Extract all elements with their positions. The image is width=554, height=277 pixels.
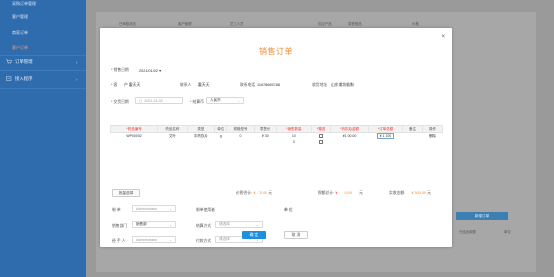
table-row: 0 bbox=[111, 139, 443, 145]
background-tab[interactable]: 已审核状态 bbox=[119, 21, 136, 26]
sales-order-dialog: × 销售订单 * 销售日期 2021/01/02 ▾ * 客 户 霍天天 联系人… bbox=[100, 28, 452, 247]
customer-label: * 客 bbox=[111, 83, 118, 87]
gift-checkbox[interactable] bbox=[319, 134, 324, 139]
background-text: 已结全款额 bbox=[459, 230, 476, 234]
total-label: 价税合计: bbox=[236, 191, 253, 195]
maker-label: 制 单 bbox=[112, 208, 121, 212]
delivery-date-input[interactable]: ▢ 2021-01-02 bbox=[135, 97, 183, 104]
total-input[interactable]: ¥ 1 100 bbox=[376, 133, 395, 139]
sign-label: 制单使用者 bbox=[196, 208, 215, 212]
cancel-button[interactable]: 取 消 bbox=[284, 231, 308, 239]
address-label: 收货地址 bbox=[312, 83, 328, 87]
column-header: 操作 bbox=[422, 125, 443, 133]
column-header: 类型 bbox=[186, 125, 216, 133]
sidebar-item-orders[interactable]: 订单管理 › bbox=[6, 59, 77, 65]
plugin-icon bbox=[6, 76, 12, 82]
cart-icon bbox=[6, 59, 12, 65]
sidebar-subitem[interactable]: 客户管理 bbox=[12, 14, 28, 20]
dept-select[interactable]: 销售部 ⌄ bbox=[132, 221, 176, 228]
maker-select[interactable]: Administrator ⌄ bbox=[132, 205, 176, 212]
background-tab[interactable]: 客户管理 bbox=[178, 21, 192, 26]
approver-label: 经 手 人 bbox=[112, 239, 126, 243]
chevron-right-icon: › bbox=[76, 76, 78, 82]
paid-summary: 实收金额: ¥ 300.00 元 bbox=[389, 191, 431, 196]
sidebar: 采购订单管理 客户管理 商家订单 客户订单 订单管理 › 接入程序 › bbox=[0, 0, 86, 277]
method-label: 付款方式 bbox=[196, 239, 212, 243]
sidebar-item-plugins[interactable]: 接入程序 › bbox=[6, 76, 77, 82]
background-tab[interactable]: 价格 bbox=[412, 21, 419, 26]
column-header: *订单总额 bbox=[367, 125, 404, 133]
chevron-down-icon: ▾ bbox=[159, 69, 161, 73]
total-summary: 价税合计: ¥..."0.00 元 bbox=[236, 191, 272, 196]
sale-date-label: * 销售日期 bbox=[111, 68, 129, 72]
gift-checkbox[interactable] bbox=[319, 140, 324, 145]
sidebar-divider bbox=[0, 55, 86, 56]
currency-select[interactable]: 人民币 ⌄ bbox=[206, 97, 244, 104]
background-tab[interactable]: 供应产品 bbox=[318, 21, 332, 26]
phone-value[interactable]: 11678665788 bbox=[257, 83, 280, 87]
column-header: *赠送 bbox=[310, 125, 332, 133]
background-tab[interactable]: 零售物品 bbox=[348, 21, 362, 26]
currency-label: * 结算币 bbox=[190, 100, 204, 104]
close-icon[interactable]: × bbox=[441, 34, 445, 40]
column-header: *药品编号 bbox=[109, 125, 159, 133]
tax-summary: 税额总计: ¥ 0.00 元 bbox=[318, 191, 363, 196]
confirm-button[interactable]: 确 定 bbox=[242, 231, 266, 239]
delivery-date-label: * 交货日期 bbox=[111, 100, 129, 104]
order-items-table: *药品编号 药品名称 类型 单位 规格型号 零售价 *销售数量 *赠送 *折扣后… bbox=[109, 125, 443, 145]
sidebar-item-label: 接入程序 bbox=[15, 76, 33, 81]
column-header: 备注 bbox=[402, 125, 424, 133]
background-tab[interactable]: 员工人员 bbox=[230, 21, 244, 26]
chevron-down-icon: ⌄ bbox=[169, 206, 172, 211]
sidebar-subitem[interactable]: 采购订单管理 bbox=[12, 1, 36, 7]
total-value: ¥..."0.00 bbox=[253, 191, 268, 195]
column-header: 零售价 bbox=[253, 125, 277, 133]
column-header: *折扣后金额 bbox=[330, 125, 369, 133]
sidebar-divider bbox=[0, 88, 86, 89]
paid-unit: 元 bbox=[427, 191, 431, 195]
tax-label: 税额总计: bbox=[318, 191, 335, 195]
dept-label: 销售部门 bbox=[112, 224, 128, 228]
calendar-icon: ▢ bbox=[139, 98, 143, 103]
ship-select[interactable]: 请选择 ⌄ bbox=[215, 221, 263, 228]
tax-value: 0.00 bbox=[344, 191, 352, 195]
column-header: 规格型号 bbox=[226, 125, 255, 133]
customer-value[interactable]: 户 霍天天 bbox=[124, 83, 140, 88]
total-unit: 元 bbox=[268, 191, 273, 195]
phone-label: 联系电话 bbox=[240, 83, 256, 87]
chevron-down-icon: ⌄ bbox=[256, 222, 259, 227]
sign-value: 单 位 bbox=[284, 208, 293, 212]
chevron-down-icon: ⌄ bbox=[237, 98, 240, 103]
chevron-down-icon: ⌄ bbox=[169, 237, 172, 242]
sidebar-divider bbox=[0, 70, 86, 71]
column-header: *销售数量 bbox=[275, 125, 312, 133]
ship-label: 结算方式 bbox=[196, 224, 212, 228]
cell-qty2[interactable]: 0 bbox=[276, 139, 311, 145]
chevron-down-icon: ⌄ bbox=[169, 222, 172, 227]
add-order-button[interactable]: 新增订单 bbox=[456, 212, 508, 220]
batch-select-button[interactable]: 批量选择 bbox=[112, 189, 140, 197]
sale-date-value[interactable]: 2021/01/02 ▾ bbox=[139, 68, 161, 73]
approver-select[interactable]: Administrator ⌄ bbox=[132, 236, 176, 243]
tax-currency: ¥ bbox=[335, 191, 338, 195]
sidebar-item-label: 订单管理 bbox=[15, 59, 33, 64]
tax-unit: 元 bbox=[358, 191, 363, 195]
contact-value[interactable]: 霍天天 bbox=[198, 83, 209, 88]
dialog-title: 销售订单 bbox=[259, 47, 293, 56]
address-value[interactable]: 山东潍坊临朐 bbox=[331, 83, 354, 88]
paid-value: ¥ 300.00 bbox=[411, 191, 427, 195]
column-header: 药品名称 bbox=[157, 125, 188, 133]
delete-link[interactable]: 删除 bbox=[429, 134, 436, 138]
cell-gift2[interactable] bbox=[311, 139, 331, 145]
sidebar-subitem-active[interactable]: 客户订单 bbox=[12, 45, 28, 51]
sidebar-subitem[interactable]: 商家订单 bbox=[12, 30, 28, 36]
chevron-right-icon: › bbox=[76, 59, 78, 65]
column-header: 单位 bbox=[214, 125, 228, 133]
paid-label: 实收金额: bbox=[389, 191, 406, 195]
background-text: 单位 bbox=[504, 230, 511, 234]
contact-label: 联系人 bbox=[180, 83, 192, 87]
